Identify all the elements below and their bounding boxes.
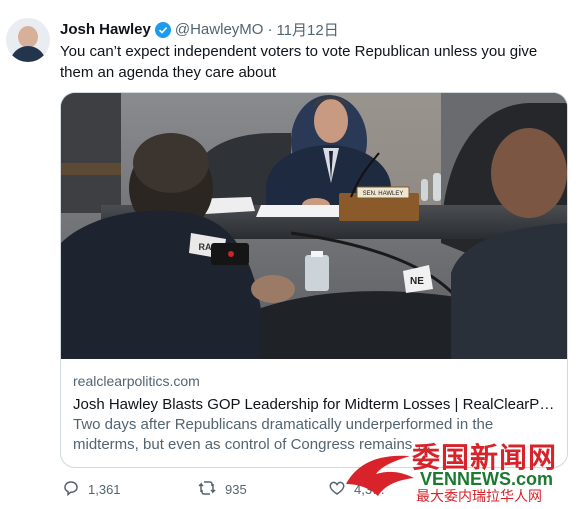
retweet-button[interactable]: 935 <box>197 479 247 500</box>
author-avatar[interactable] <box>6 18 50 62</box>
retweet-icon <box>197 479 217 500</box>
verified-badge-icon <box>154 21 171 38</box>
reply-button[interactable]: 1,361 <box>62 479 121 500</box>
tweet[interactable]: Josh Hawley @HawleyMO · 11月12日 You can’t… <box>0 0 585 509</box>
header-separator: · <box>267 21 273 38</box>
avatar-face <box>18 26 38 48</box>
tweet-timestamp[interactable]: 11月12日 <box>276 19 338 40</box>
author-name[interactable]: Josh Hawley <box>60 21 151 38</box>
watermark-cn-subtitle: 最大委内瑞拉华人网 <box>416 488 542 504</box>
retweet-count: 935 <box>225 482 247 497</box>
nameplate-label: SEN. HAWLEY <box>363 191 404 197</box>
right-sign-label: NE <box>410 276 424 287</box>
site-watermark: 委国新闻网 VENNEWS.com 最大委内瑞拉华人网 <box>340 436 585 509</box>
tweet-header: Josh Hawley @HawleyMO · 11月12日 <box>60 19 339 40</box>
dragon-logo-icon <box>346 455 414 496</box>
card-title: Josh Hawley Blasts GOP Leadership for Mi… <box>73 396 557 413</box>
author-handle[interactable]: @HawleyMO <box>175 21 264 38</box>
avatar-body <box>10 46 46 62</box>
card-domain: realclearpolitics.com <box>73 373 200 389</box>
tweet-text: You can’t expect independent voters to v… <box>60 43 538 81</box>
reply-icon <box>62 479 80 500</box>
reply-count: 1,361 <box>88 482 121 497</box>
card-image: SEN. HAWLEY RAS NE <box>61 93 567 359</box>
link-card[interactable]: SEN. HAWLEY RAS NE realclearpolitics.com… <box>60 92 568 468</box>
